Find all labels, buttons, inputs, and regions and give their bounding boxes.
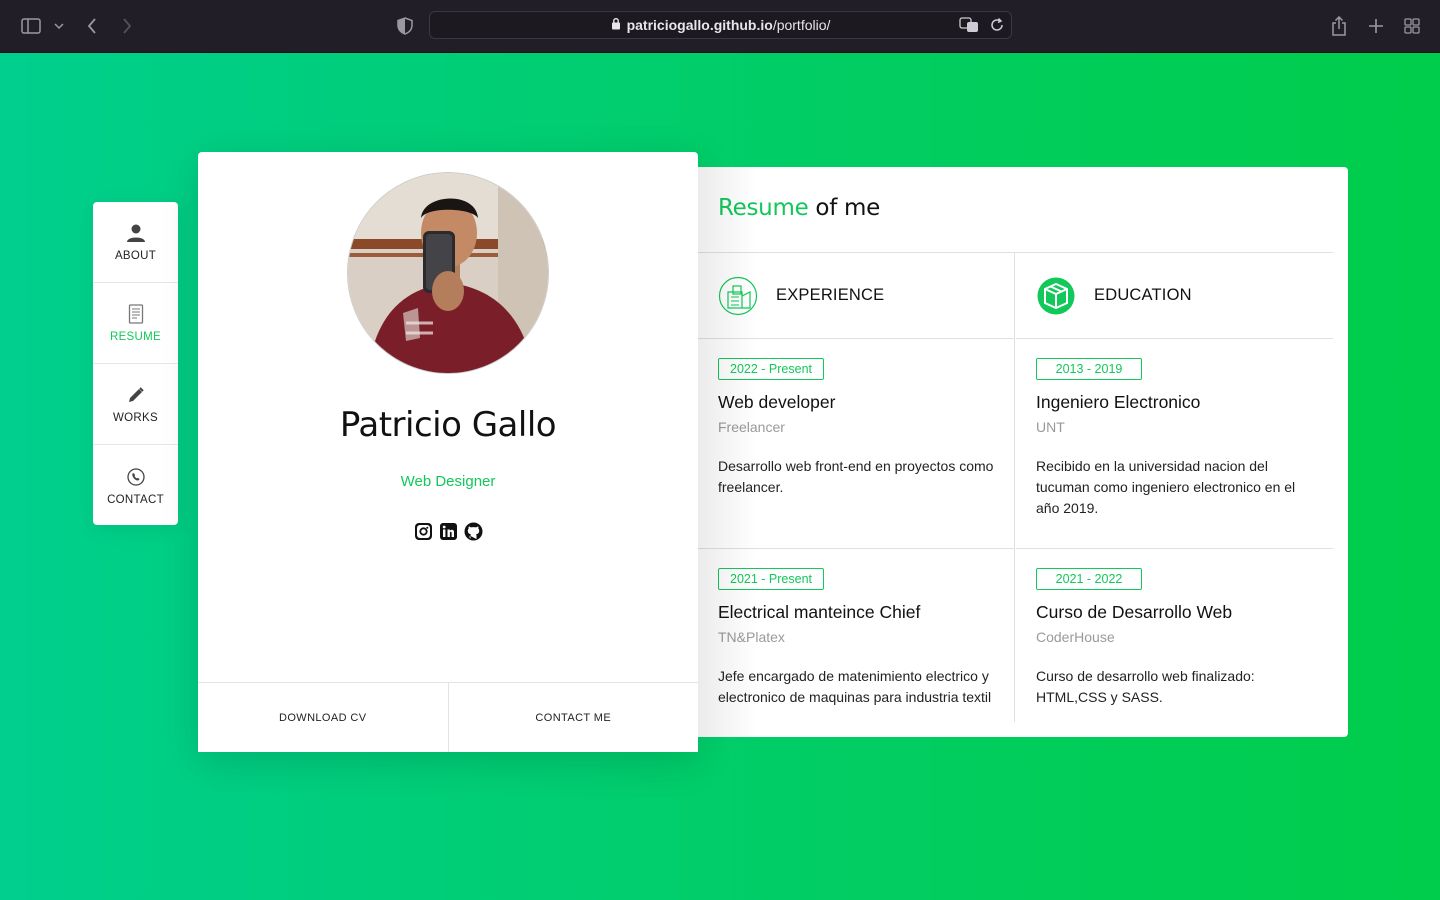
experience-icon <box>718 276 758 315</box>
entry-date: 2021 - Present <box>718 568 824 590</box>
entry-description: Jefe encargado de matenimiento electrico… <box>718 668 992 705</box>
experience-heading: EXPERIENCE <box>776 286 885 304</box>
download-cv-button[interactable]: DOWNLOAD CV <box>198 683 449 752</box>
profile-card: Patricio Gallo Web Designer DOWNLOAD CV … <box>198 152 698 752</box>
entry-title: Web developer <box>718 392 836 412</box>
resume-title-highlight: Resume <box>718 195 809 221</box>
avatar <box>347 172 549 374</box>
nav-item-resume[interactable]: RESUME <box>93 283 178 364</box>
profile-actions: DOWNLOAD CV CONTACT ME <box>198 682 698 752</box>
social-links <box>198 522 698 541</box>
tab-overview-icon[interactable] <box>1403 14 1421 38</box>
resume-grid[interactable]: EXPERIENCE 2022 - Present Web developer … <box>698 252 1333 722</box>
education-column: EDUCATION 2013 - 2019 Ingeniero Electron… <box>1016 253 1333 722</box>
resume-title-rest: of me <box>808 195 880 221</box>
entry-description: Curso de desarrollo web finalizado: HTML… <box>1036 668 1255 705</box>
education-header: EDUCATION <box>1016 253 1333 339</box>
experience-entry: 2021 - Present Electrical manteince Chie… <box>698 549 1014 722</box>
nav-item-works[interactable]: WORKS <box>93 364 178 445</box>
github-icon[interactable] <box>464 522 483 541</box>
education-icon <box>1037 277 1075 314</box>
page-background: ABOUT RESUME WORKS CONTACT Patricio Gall… <box>0 53 1440 900</box>
entry-place: UNT <box>1036 419 1065 435</box>
nav-item-contact[interactable]: CONTACT <box>93 445 178 526</box>
side-nav: ABOUT RESUME WORKS CONTACT <box>93 202 178 525</box>
lock-icon <box>611 17 621 33</box>
pencil-icon <box>127 384 145 406</box>
reload-icon[interactable] <box>989 17 1005 38</box>
entry-title: Ingeniero Electronico <box>1036 392 1201 412</box>
entry-description: Desarrollo web front-end en proyectos co… <box>718 458 994 495</box>
translate-icon[interactable] <box>959 17 979 38</box>
contact-me-button[interactable]: CONTACT ME <box>449 683 699 752</box>
nav-item-about[interactable]: ABOUT <box>93 202 178 283</box>
entry-place: Freelancer <box>718 419 785 435</box>
document-icon <box>128 303 144 325</box>
resume-title: Resume of me <box>718 195 880 221</box>
browser-toolbar: patriciogallo.github.io/portfolio/ <box>0 0 1440 53</box>
entry-title: Electrical manteince Chief <box>718 602 921 622</box>
instagram-icon[interactable] <box>414 522 433 541</box>
profile-name: Patricio Gallo <box>339 405 557 445</box>
profile-role: Web Designer <box>400 473 496 490</box>
sidebar-toggle-icon[interactable] <box>20 14 42 38</box>
entry-place: CoderHouse <box>1036 629 1115 645</box>
new-tab-icon[interactable] <box>1367 14 1385 38</box>
entry-date: 2022 - Present <box>718 358 824 380</box>
experience-entry: 2022 - Present Web developer Freelancer … <box>698 339 1014 549</box>
entry-date: 2013 - 2019 <box>1036 358 1142 380</box>
entry-place: TN&Platex <box>718 629 785 645</box>
experience-header: EXPERIENCE <box>698 253 1014 339</box>
chevron-down-icon[interactable] <box>52 14 66 38</box>
phone-icon <box>126 466 145 488</box>
nav-item-label: RESUME <box>109 331 161 343</box>
education-entry: 2013 - 2019 Ingeniero Electronico UNT Re… <box>1016 339 1333 549</box>
linkedin-icon[interactable] <box>439 522 458 541</box>
url-path: /portfolio/ <box>772 17 831 33</box>
resume-panel: Resume of me EXPERIENCE 2022 - Present W… <box>698 167 1348 737</box>
education-entry: 2021 - 2022 Curso de Desarrollo Web Code… <box>1016 549 1333 722</box>
entry-title: Curso de Desarrollo Web <box>1036 602 1233 622</box>
shield-icon[interactable] <box>396 14 414 38</box>
nav-item-label: WORKS <box>113 412 158 424</box>
url-host: patriciogallo.github.io <box>626 17 773 33</box>
entry-description: Recibido en la universidad nacion del tu… <box>1036 458 1296 516</box>
entry-date: 2021 - 2022 <box>1036 568 1142 590</box>
back-icon[interactable] <box>84 14 100 38</box>
user-icon <box>126 222 146 244</box>
share-icon[interactable] <box>1330 14 1348 38</box>
address-bar[interactable]: patriciogallo.github.io/portfolio/ <box>429 11 1012 39</box>
education-heading: EDUCATION <box>1094 286 1192 304</box>
experience-column: EXPERIENCE 2022 - Present Web developer … <box>698 253 1015 722</box>
forward-icon[interactable] <box>119 14 135 38</box>
nav-item-label: CONTACT <box>107 493 164 506</box>
nav-item-label: ABOUT <box>114 250 157 262</box>
